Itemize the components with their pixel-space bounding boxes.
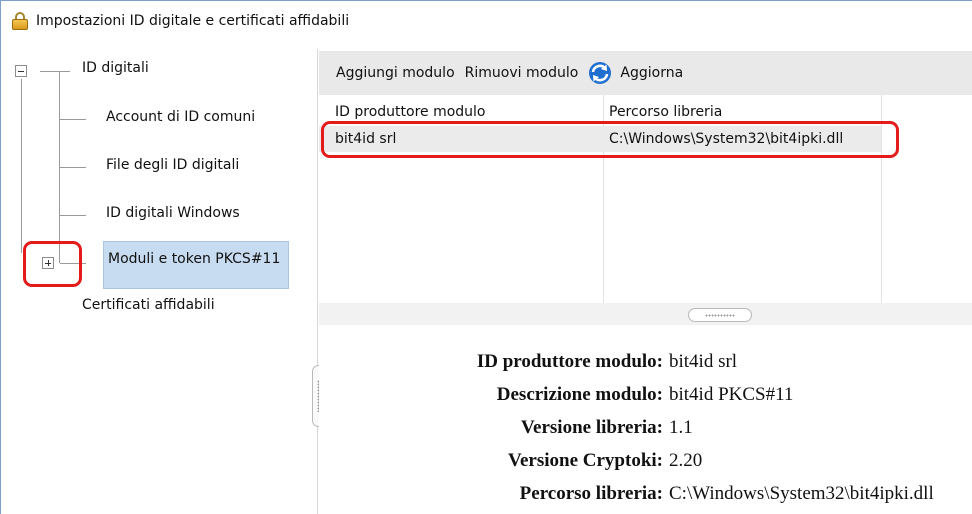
lock-icon	[11, 11, 29, 31]
window-title: Impostazioni ID digitale e certificati a…	[36, 13, 350, 29]
tree-item-certificati-affidabili[interactable]: Certificati affidabili	[82, 297, 215, 313]
detail-key: Percorso libreria:	[519, 483, 663, 504]
detail-row: ID produttore modulo: bit4id srl	[319, 351, 972, 375]
refresh-icon[interactable]	[588, 61, 612, 85]
detail-value: bit4id srl	[669, 351, 738, 372]
tree-connector	[60, 215, 86, 216]
detail-row: Percorso libreria: C:\Windows\System32\b…	[319, 483, 972, 507]
highlight-annotation	[23, 241, 82, 287]
refresh-button[interactable]: Aggiorna	[620, 65, 683, 81]
toolbar: Aggiungi modulo Rimuovi modulo Aggiorna	[319, 51, 972, 95]
tree-item-pkcs11[interactable]: Moduli e token PKCS#11	[103, 241, 289, 289]
detail-value: C:\Windows\System32\bit4ipki.dll	[669, 483, 934, 504]
detail-key: ID produttore modulo:	[476, 351, 663, 372]
detail-value: bit4id PKCS#11	[669, 384, 794, 405]
detail-key: Versione libreria:	[521, 417, 663, 438]
horizontal-splitter[interactable]	[319, 303, 972, 325]
column-header-path[interactable]: Percorso libreria	[609, 104, 722, 120]
tree-connector	[59, 71, 60, 263]
tree-connector	[40, 71, 70, 72]
tree-item-account-id-comuni[interactable]: Account di ID comuni	[106, 109, 255, 125]
title-bar: Impostazioni ID digitale e certificati a…	[1, 1, 972, 41]
add-module-button[interactable]: Aggiungi modulo	[336, 65, 455, 81]
right-pane: Aggiungi modulo Rimuovi modulo Aggiorna …	[319, 51, 972, 514]
collapse-icon[interactable]	[15, 65, 27, 77]
remove-module-button[interactable]: Rimuovi modulo	[465, 65, 579, 81]
tree-item-pkcs11-label: Moduli e token PKCS#11	[108, 251, 281, 267]
detail-value: 2.20	[669, 450, 703, 471]
tree-item-id-digitali-windows[interactable]: ID digitali Windows	[106, 205, 240, 221]
column-header-manufacturer[interactable]: ID produttore modulo	[335, 104, 486, 120]
detail-value: 1.1	[669, 417, 693, 438]
detail-row: Versione libreria: 1.1	[319, 417, 972, 441]
tree-item-id-digitali[interactable]: ID digitali	[82, 60, 149, 76]
horizontal-splitter-grip[interactable]	[688, 308, 752, 322]
detail-key: Descrizione modulo:	[496, 384, 663, 405]
navigation-tree: ID digitali Account di ID comuni File de…	[2, 49, 310, 514]
tree-item-file-id-digitali[interactable]: File degli ID digitali	[106, 157, 239, 173]
detail-key: Versione Cryptoki:	[508, 450, 663, 471]
detail-row: Versione Cryptoki: 2.20	[319, 450, 972, 474]
detail-row: Descrizione modulo: bit4id PKCS#11	[319, 384, 972, 408]
module-details: ID produttore modulo: bit4id srl Descriz…	[319, 325, 972, 514]
tree-connector	[21, 79, 22, 253]
highlight-annotation	[321, 121, 899, 158]
settings-window: Impostazioni ID digitale e certificati a…	[0, 0, 972, 514]
vertical-splitter[interactable]	[317, 49, 318, 514]
tree-connector	[60, 167, 86, 168]
tree-connector	[60, 119, 86, 120]
